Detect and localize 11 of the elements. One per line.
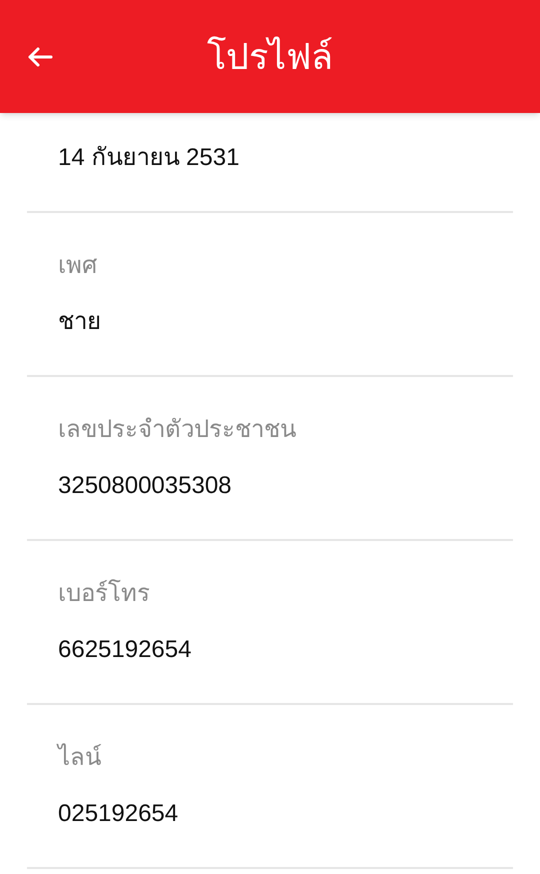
field-label: ไลน์ [58, 742, 101, 773]
screen-title: โปรไฟล์ [207, 38, 333, 74]
field-value: 3250800035308 [58, 471, 232, 501]
field-value: 025192654 [58, 799, 178, 829]
field-label: เพศ [58, 251, 97, 281]
field-value: 6625192654 [58, 635, 192, 665]
field-label: เบอร์โทร [58, 578, 150, 609]
field-label: เลขประจำตัวประชาชน [58, 415, 296, 445]
field-value: 14 กันยายน 2531 [58, 143, 240, 173]
back-arrow-icon [27, 46, 53, 68]
field-value: ชาย [58, 307, 101, 337]
